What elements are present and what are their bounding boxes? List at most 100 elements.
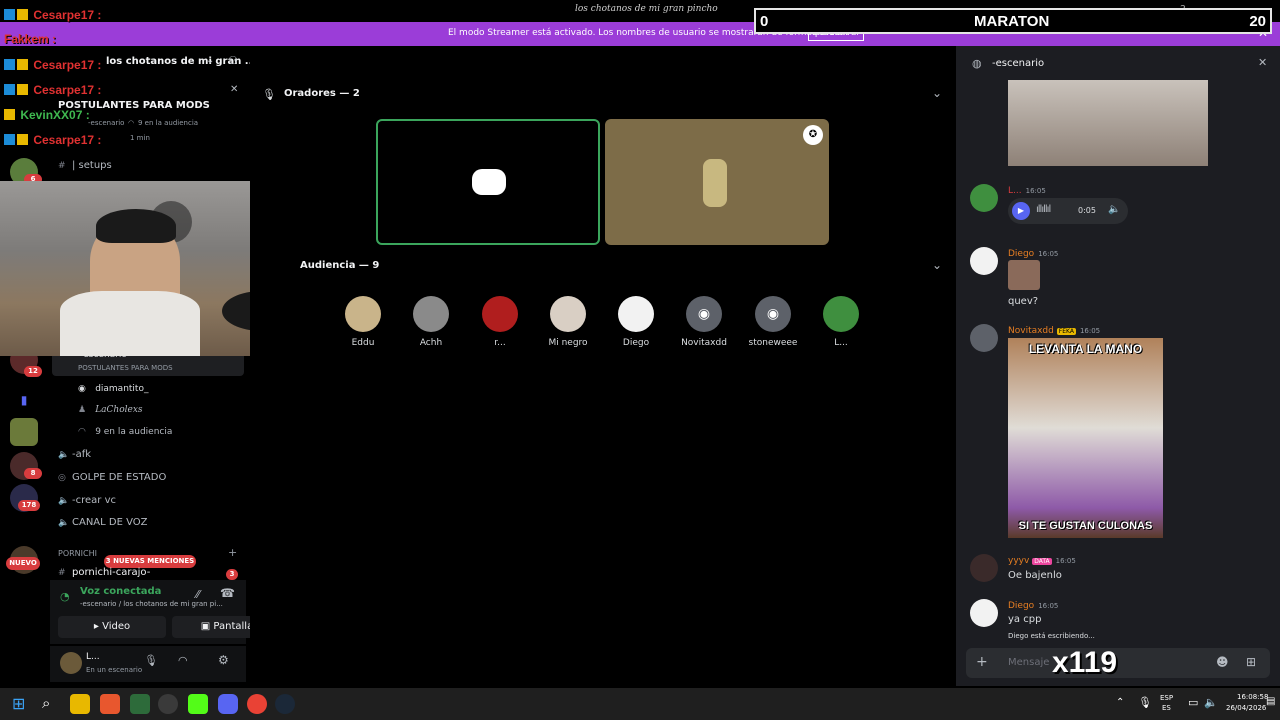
chat-bubble-icon: ◍ <box>972 57 982 70</box>
add-channel-icon[interactable]: + <box>228 546 237 559</box>
noise-suppression-icon[interactable]: ⁄⁄ <box>196 588 200 601</box>
emoji-icon[interactable]: ☻ <box>1216 655 1229 669</box>
category-header[interactable]: PORNICHI <box>58 549 97 558</box>
add-member-icon[interactable]: ⚇ <box>228 54 238 67</box>
badge-icon <box>17 84 28 95</box>
server-icon[interactable] <box>10 418 38 446</box>
message-text: ya cpp <box>1008 614 1042 625</box>
channel-pornichi[interactable]: # pornichi-carajo- <box>58 567 150 578</box>
volume-icon[interactable]: 🔈 <box>1108 204 1120 215</box>
avatar[interactable] <box>970 247 998 275</box>
disconnect-icon[interactable]: ☎ <box>220 586 235 600</box>
audience-member[interactable]: ◉ Novitaxdd <box>674 296 734 348</box>
folder-icon[interactable]: ▮ <box>10 386 38 414</box>
app-icon[interactable] <box>130 694 150 714</box>
avatar[interactable] <box>970 324 998 352</box>
windows-start-icon[interactable]: ⊞ <box>12 694 25 713</box>
channel-setups[interactable]: # | setups <box>58 160 112 171</box>
hash-icon: # <box>58 568 66 578</box>
message-author[interactable]: L... 16:05 <box>1008 186 1046 196</box>
server-badge: 8 <box>24 468 42 479</box>
discord-logo-icon <box>472 169 506 195</box>
avatar[interactable] <box>970 184 998 212</box>
microphone-icon[interactable]: 🎙 <box>144 654 158 667</box>
maraton-left-count: 0 <box>760 13 769 30</box>
maraton-overlay: 0 MARATON 20 <box>754 8 1272 34</box>
badge-icon <box>4 109 15 120</box>
screen-icon: ▣ <box>200 621 214 632</box>
audience-member[interactable]: Eddu <box>333 296 393 348</box>
channel-golpe-de-estado[interactable]: ◎ GOLPE DE ESTADO <box>58 472 166 483</box>
voice-location[interactable]: -escenario / los chotanos de mi gran pi.… <box>80 600 223 608</box>
hash-icon: # <box>58 161 66 171</box>
chevron-down-icon[interactable]: ⌄ <box>206 55 214 66</box>
add-attachment-icon[interactable]: + <box>976 654 988 670</box>
message-author[interactable]: yyyv DATA 16:05 <box>1008 556 1076 566</box>
audience-member[interactable]: L... <box>811 296 871 348</box>
chevron-down-icon[interactable]: ⌄ <box>932 86 942 100</box>
badge-icon <box>4 134 15 145</box>
user-name: L... <box>86 652 100 662</box>
video-button[interactable]: ▸ Video <box>58 616 166 638</box>
voice-message: ▶ ıllıllıl 0:05 🔈 <box>1008 198 1128 224</box>
file-explorer-icon[interactable] <box>70 694 90 714</box>
network-icon[interactable]: ▭ <box>1188 696 1198 709</box>
speaker-tile[interactable] <box>376 119 600 245</box>
chevron-up-icon[interactable]: ⌃ <box>1116 697 1124 708</box>
audience-member[interactable]: Achh <box>401 296 461 348</box>
stage-view: 🎙 Oradores — 2 ⌄ ✪ Audiencia — 9 ⌄ Eddu … <box>250 46 956 686</box>
chat-channel-name: -escenario <box>992 58 1045 69</box>
microphone-icon[interactable]: 🎙 <box>1138 696 1152 709</box>
speaker-item[interactable]: ◉ diamantito_ <box>78 383 148 394</box>
attachment-image[interactable] <box>1008 80 1208 166</box>
language-bottom[interactable]: ES <box>1162 704 1171 712</box>
stream-chat-line: Fakkem : <box>4 32 57 46</box>
channel-crear-vc[interactable]: 🔈 -crear vc <box>58 495 116 506</box>
channel-canal-de-voz[interactable]: 🔈 CANAL DE VOZ <box>58 517 147 528</box>
close-icon[interactable]: ✕ <box>1258 56 1267 69</box>
message-author[interactable]: Diego 16:05 <box>1008 249 1058 259</box>
avatar <box>550 296 586 332</box>
message-input-box[interactable]: + Mensaje ☻ ⊞ <box>966 648 1270 678</box>
close-icon[interactable]: ✕ <box>230 84 238 95</box>
meme-image[interactable]: LEVANTA LA MANO SI TE GUSTAN CULONAS <box>1008 338 1163 538</box>
message-author[interactable]: Novitaxdd FEKA 16:05 <box>1008 326 1100 336</box>
voice-status: Voz conectada <box>80 586 162 597</box>
steam-icon[interactable] <box>275 694 295 714</box>
meme-bottom-text: SI TE GUSTAN CULONAS <box>1018 520 1153 532</box>
audience-item[interactable]: ◠ 9 en la audiencia <box>78 426 172 437</box>
notifications-icon[interactable]: ▤ <box>1266 696 1275 707</box>
gear-icon[interactable]: ⚙ <box>218 653 229 667</box>
play-icon[interactable]: ▶ <box>1012 202 1030 220</box>
chevron-down-icon[interactable]: ⌄ <box>932 258 942 272</box>
clock-date[interactable]: 26/04/2026 <box>1226 704 1266 712</box>
speaker-tile[interactable]: ✪ <box>605 119 829 245</box>
chrome-icon[interactable] <box>247 694 267 714</box>
audience-member[interactable]: r... <box>470 296 530 348</box>
brave-browser-icon[interactable] <box>100 694 120 714</box>
discord-icon[interactable] <box>218 694 238 714</box>
language-top[interactable]: ESP <box>1160 694 1173 702</box>
obs-icon[interactable] <box>158 694 178 714</box>
channel-badge: 3 <box>226 569 238 580</box>
avatar <box>345 296 381 332</box>
avatar[interactable] <box>970 599 998 627</box>
message-author[interactable]: Diego 16:05 <box>1008 601 1058 611</box>
audience-member[interactable]: Diego <box>606 296 666 348</box>
badge-icon <box>17 9 28 20</box>
audience-member[interactable]: Mi negro <box>538 296 598 348</box>
headphones-icon[interactable]: ◠ <box>178 654 188 667</box>
speaker-item[interactable]: ♟ LaCholexs <box>78 404 143 415</box>
volume-icon[interactable]: 🔈 <box>1204 696 1218 709</box>
search-icon[interactable]: ⌕ <box>42 694 50 712</box>
apps-icon[interactable]: ⊞ <box>1246 655 1256 669</box>
stream-chat-overlay: Cesarpe17 : Fakkem : Cesarpe17 : Cesarpe… <box>0 0 160 150</box>
clock-time[interactable]: 16:08:58 <box>1237 693 1268 701</box>
audience-member[interactable]: ◉ stoneweee <box>743 296 803 348</box>
window-title: los chotanos de mi gran pincho <box>575 4 718 14</box>
kick-icon[interactable] <box>188 694 208 714</box>
avatar[interactable] <box>970 554 998 582</box>
message-input[interactable]: Mensaje <box>1008 657 1049 668</box>
avatar[interactable] <box>60 652 82 674</box>
channel-afk[interactable]: 🔈 -afk <box>58 449 91 460</box>
